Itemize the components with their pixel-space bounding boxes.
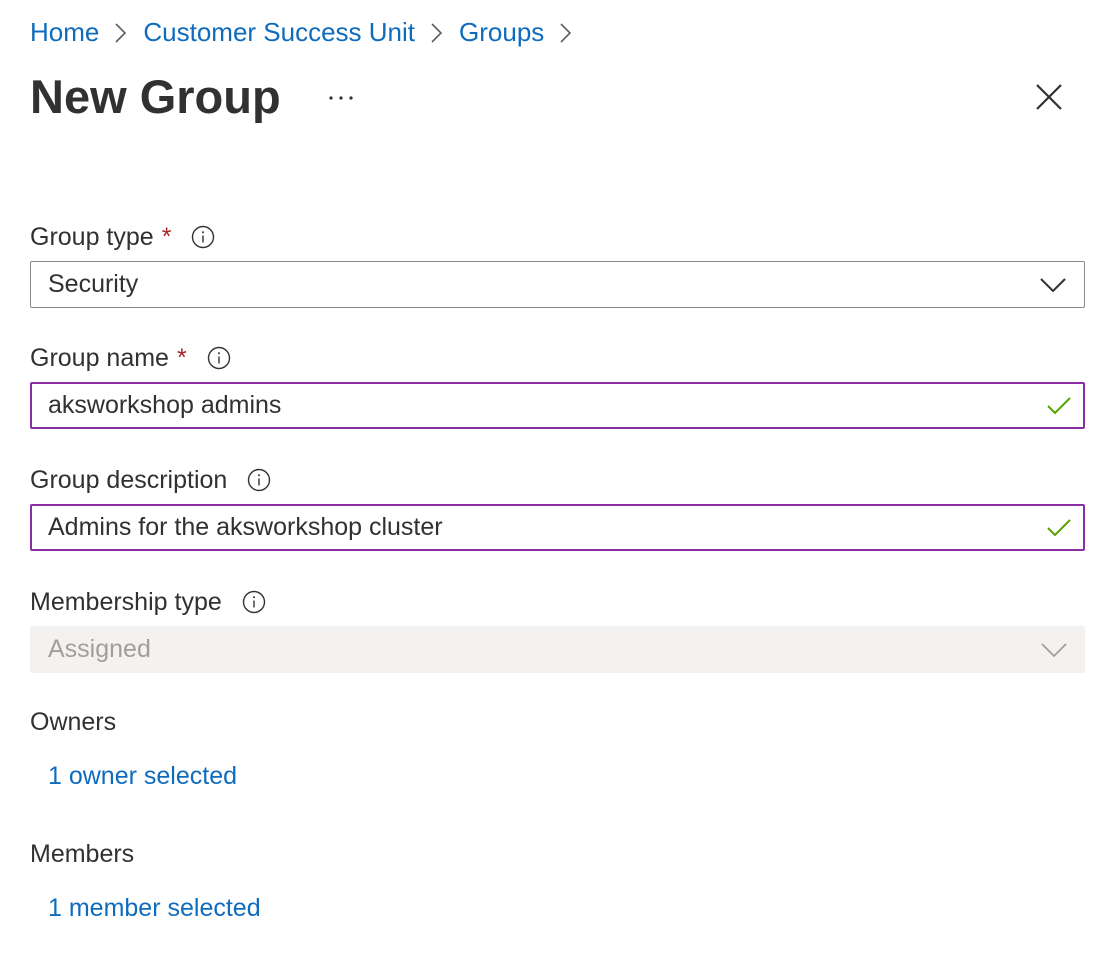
group-description-label: Group description [30,463,271,497]
members-selected-link[interactable]: 1 member selected [48,894,261,923]
group-description-label-text: Group description [30,465,228,494]
required-indicator: * [176,343,187,372]
group-description-input[interactable] [32,505,1045,550]
membership-type-dropdown: Assigned [30,626,1085,673]
close-button[interactable] [1026,74,1072,120]
chevron-right-icon [415,19,459,45]
group-name-field[interactable] [30,382,1085,429]
required-indicator: * [161,222,172,251]
group-name-label-text: Group name [30,343,169,372]
info-icon[interactable] [247,468,271,492]
chevron-down-icon [1040,277,1066,292]
page-title: New Group [30,70,281,123]
group-name-label: Group name * [30,341,231,375]
group-type-dropdown[interactable]: Security [30,261,1085,308]
breadcrumb-groups[interactable]: Groups [459,17,544,48]
info-icon[interactable] [207,346,231,370]
checkmark-icon [1047,396,1071,414]
breadcrumb-home[interactable]: Home [30,17,99,48]
membership-type-value: Assigned [48,635,151,663]
members-label-text: Members [30,839,135,868]
checkmark-icon [1047,518,1071,536]
owners-label: Owners [30,705,116,739]
membership-type-label: Membership type [30,585,266,619]
group-type-label-text: Group type [30,222,154,251]
group-description-field[interactable] [30,504,1085,551]
info-icon[interactable] [191,225,215,249]
group-type-label: Group type * [30,220,215,254]
group-type-value: Security [48,270,139,298]
close-icon [1036,84,1062,110]
ellipsis-icon [329,96,353,100]
chevron-right-icon [544,19,588,45]
membership-type-label-text: Membership type [30,587,222,616]
chevron-right-icon [99,19,143,45]
members-label: Members [30,837,134,871]
new-group-panel: Home Customer Success Unit Groups New Gr… [0,0,1105,980]
breadcrumb-customer-success-unit[interactable]: Customer Success Unit [143,17,415,48]
owners-label-text: Owners [30,707,117,736]
owners-selected-link[interactable]: 1 owner selected [48,762,237,791]
chevron-down-icon [1041,642,1067,657]
breadcrumb: Home Customer Success Unit Groups [30,14,588,50]
info-icon[interactable] [242,590,266,614]
group-name-input[interactable] [32,383,1045,428]
more-options-button[interactable] [318,78,364,118]
